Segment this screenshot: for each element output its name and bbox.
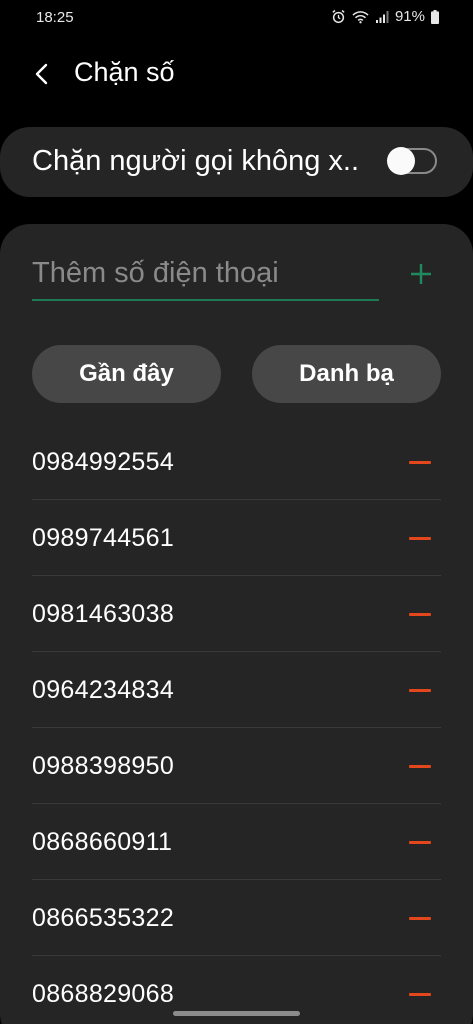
minus-icon	[409, 916, 431, 920]
recent-button[interactable]: Gần đây	[32, 345, 221, 403]
minus-icon	[409, 612, 431, 616]
navigation-handle[interactable]	[173, 1011, 300, 1016]
list-item: 0989744561	[0, 500, 473, 576]
remove-button[interactable]	[404, 446, 436, 478]
block-unknown-label: Chặn người gọi không x..	[32, 145, 360, 177]
battery-percent: 91%	[394, 8, 425, 25]
wifi-icon	[352, 10, 369, 24]
add-number-button[interactable]	[405, 258, 437, 290]
status-time: 18:25	[36, 9, 74, 26]
status-icons: 91%	[331, 8, 439, 25]
minus-icon	[409, 460, 431, 464]
contacts-button[interactable]: Danh bạ	[252, 345, 441, 403]
list-item: 0868660911	[0, 804, 473, 880]
phone-number: 0866535322	[32, 904, 175, 932]
phone-number: 0964234834	[32, 676, 175, 704]
block-unknown-switch[interactable]	[387, 147, 437, 175]
plus-icon	[411, 264, 431, 284]
remove-button[interactable]	[404, 598, 436, 630]
minus-icon	[409, 764, 431, 768]
remove-button[interactable]	[404, 826, 436, 858]
remove-button[interactable]	[404, 522, 436, 554]
minus-icon	[409, 536, 431, 540]
app-bar: Chặn số	[0, 48, 473, 100]
remove-button[interactable]	[404, 902, 436, 934]
list-item: 0981463038	[0, 576, 473, 652]
add-number-field[interactable]	[32, 247, 379, 301]
remove-button[interactable]	[404, 674, 436, 706]
back-button[interactable]	[24, 56, 60, 92]
back-arrow-icon	[35, 63, 48, 85]
minus-icon	[409, 688, 431, 692]
list-item: 0866535322	[0, 880, 473, 956]
alarm-icon	[331, 9, 346, 24]
battery-icon	[431, 9, 439, 24]
status-bar: 18:25 91%	[0, 0, 473, 36]
blocked-numbers-list: 0984992554 0989744561 0981463038 0964234…	[0, 424, 473, 1024]
list-item: 0988398950	[0, 728, 473, 804]
phone-number: 0868660911	[32, 828, 173, 856]
remove-button[interactable]	[404, 978, 436, 1010]
phone-number: 0989744561	[32, 524, 175, 552]
phone-number: 0984992554	[32, 448, 175, 476]
add-number-input[interactable]	[32, 253, 379, 293]
minus-icon	[409, 840, 431, 844]
phone-number: 0981463038	[32, 600, 175, 628]
remove-button[interactable]	[404, 750, 436, 782]
list-item: 0964234834	[0, 652, 473, 728]
switch-knob	[387, 147, 415, 175]
list-item: 0984992554	[0, 424, 473, 500]
phone-number: 0868829068	[32, 980, 175, 1008]
signal-icon	[375, 10, 389, 24]
minus-icon	[409, 992, 431, 996]
phone-number: 0988398950	[32, 752, 175, 780]
page-title: Chặn số	[74, 57, 175, 87]
